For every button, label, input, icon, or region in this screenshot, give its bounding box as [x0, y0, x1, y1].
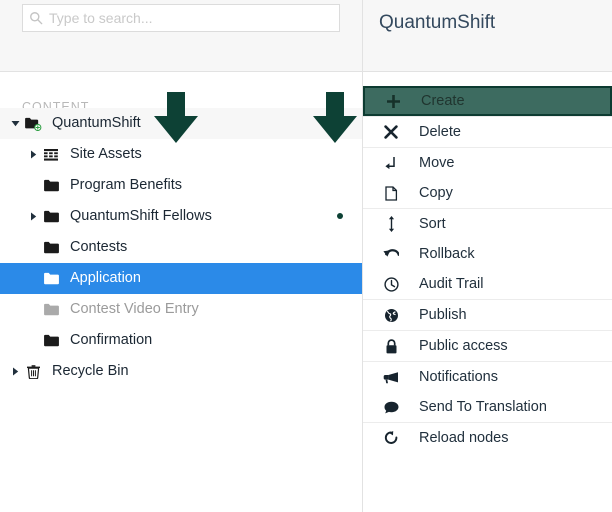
undo-arrow-icon [363, 247, 419, 261]
node-actions-panel: QuantumShift Create Delete Move Copy Sort Rol… [362, 0, 612, 512]
menu-item-label: Publish [419, 306, 467, 323]
menu-group: Reload nodes [363, 423, 612, 453]
tree-row-label: Application [70, 270, 141, 287]
tree-row[interactable]: Recycle Bin [0, 356, 362, 387]
tree-row-label: Confirmation [70, 332, 153, 349]
move-arrow-icon [363, 156, 419, 171]
chevron-right-icon[interactable] [26, 150, 40, 159]
search-icon [23, 11, 49, 25]
menu-item-label: Move [419, 154, 455, 171]
tree-row-label: Program Benefits [70, 177, 183, 194]
menu-item-publish[interactable]: Publish [363, 300, 612, 330]
speech-bubble-icon [363, 401, 419, 414]
folder-icon [40, 210, 62, 223]
tree-row-label: Contests [70, 239, 128, 256]
menu-item-notifications[interactable]: Notifications [363, 362, 612, 392]
panel-title: QuantumShift [379, 12, 496, 33]
menu-item-move[interactable]: Move [363, 148, 612, 178]
tree-row[interactable]: Application [0, 263, 362, 294]
folder-icon [40, 303, 62, 316]
chevron-right-icon[interactable] [26, 212, 40, 221]
menu-item-copy[interactable]: Copy [363, 178, 612, 208]
menu-group: Create [363, 86, 612, 117]
menu-item-audit-trail[interactable]: Audit Trail [363, 269, 612, 299]
menu-group: Publish [363, 300, 612, 331]
tree-row[interactable]: Program Benefits [0, 170, 362, 201]
menu-item-sort[interactable]: Sort [363, 209, 612, 239]
menu-item-reload-nodes[interactable]: Reload nodes [363, 423, 612, 453]
ellipsis-menu-button[interactable] [325, 108, 346, 139]
menu-group: Sort Rollback Audit Trail [363, 209, 612, 300]
lock-icon [363, 338, 419, 354]
menu-item-label: Sort [419, 215, 446, 232]
tree-row[interactable]: QuantumShift [0, 108, 362, 139]
menu-item-label: Notifications [419, 368, 498, 385]
tree-row[interactable]: Contests [0, 232, 362, 263]
search-box[interactable] [22, 4, 340, 32]
folder-icon [40, 272, 62, 285]
tree-row-label: QuantumShift Fellows [70, 208, 212, 225]
search-input[interactable] [49, 6, 339, 30]
actions-menu: Create Delete Move Copy Sort Rollback Audit Tr… [363, 72, 612, 512]
tree-row-label: Site Assets [70, 146, 142, 163]
menu-item-label: Copy [419, 184, 453, 201]
menu-item-label: Audit Trail [419, 275, 484, 292]
copy-icon [363, 185, 419, 201]
reload-icon [363, 430, 419, 446]
clock-icon [363, 276, 419, 292]
menu-group: Notifications Send To Translation [363, 362, 612, 423]
menu-item-delete[interactable]: Delete [363, 117, 612, 147]
chevron-down-icon[interactable] [8, 119, 22, 128]
tree-row[interactable]: Contest Video Entry [0, 294, 362, 325]
menu-item-label: Send To Translation [419, 398, 547, 415]
menu-item-public-access[interactable]: Public access [363, 331, 612, 361]
menu-item-create[interactable]: Create [363, 86, 612, 116]
content-tree-panel: CONTENT QuantumShift Site Assets Program B… [0, 0, 362, 512]
tree-row-label: Recycle Bin [52, 363, 129, 380]
grid-icon [40, 148, 62, 161]
status-dot [337, 213, 343, 219]
tree-row-label: Contest Video Entry [70, 301, 199, 318]
megaphone-icon [363, 371, 419, 384]
folder-icon [40, 179, 62, 192]
menu-item-label: Rollback [419, 245, 475, 262]
menu-group: Delete [363, 117, 612, 148]
tree-row[interactable]: QuantumShift Fellows [0, 201, 362, 232]
menu-item-send-to-translation[interactable]: Send To Translation [363, 392, 612, 422]
folder-add-icon [22, 117, 44, 131]
menu-group: Public access [363, 331, 612, 362]
sort-icon [363, 216, 419, 232]
folder-icon [40, 241, 62, 254]
trash-icon [22, 364, 44, 379]
chevron-right-icon[interactable] [8, 367, 22, 376]
content-tree-screen: CONTENT QuantumShift Site Assets Program B… [0, 0, 612, 512]
close-x-icon [363, 125, 419, 139]
content-section-label: CONTENT [22, 100, 90, 114]
menu-item-rollback[interactable]: Rollback [363, 239, 612, 269]
folder-icon [40, 334, 62, 347]
content-tree: QuantumShift Site Assets Program Benefits Q… [0, 108, 362, 387]
menu-item-label: Create [421, 92, 465, 109]
menu-item-label: Public access [419, 337, 508, 354]
plus-icon [365, 94, 421, 109]
tree-row-label: QuantumShift [52, 115, 141, 132]
menu-item-label: Reload nodes [419, 429, 509, 446]
panel-header: QuantumShift [363, 0, 612, 72]
globe-icon [363, 308, 419, 323]
tree-row[interactable]: Confirmation [0, 325, 362, 356]
search-area [0, 0, 362, 72]
menu-group: Move Copy [363, 148, 612, 209]
tree-row[interactable]: Site Assets [0, 139, 362, 170]
menu-item-label: Delete [419, 123, 461, 140]
